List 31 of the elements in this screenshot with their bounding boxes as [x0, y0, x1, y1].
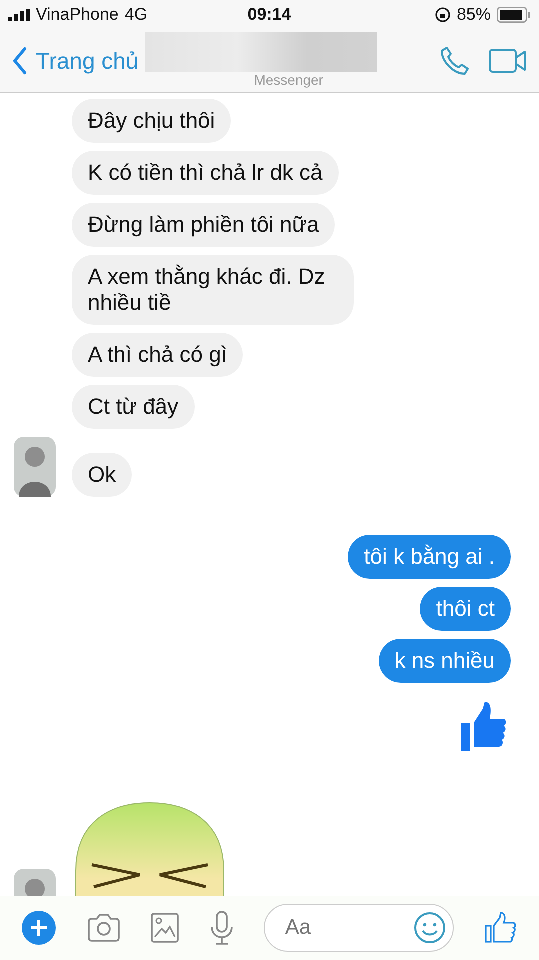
rotation-lock-icon — [434, 7, 451, 23]
message-bubble: K có tiền thì chả lr dk cả — [72, 151, 339, 195]
video-camera-icon[interactable] — [489, 48, 527, 74]
carrier-name: VinaPhone — [36, 5, 119, 25]
message-bubble: Đừng làm phiền tôi nữa — [72, 203, 336, 247]
message-bubble: Ok — [72, 453, 132, 497]
message-bubble: Đây chịu thôi — [72, 99, 232, 143]
conversation-subtitle: Messenger — [254, 72, 324, 90]
message-bubble: k ns nhiều — [378, 639, 511, 683]
chevron-left-icon — [12, 47, 28, 75]
message-bubble: thôi ct — [420, 587, 511, 631]
back-button[interactable]: Trang chủ — [12, 47, 139, 75]
battery-icon — [496, 7, 531, 23]
camera-icon[interactable] — [86, 914, 121, 942]
message-bubble: A xem thằng khác đi. Dz nhiều tiề — [72, 255, 354, 325]
avatar-icon — [14, 437, 56, 497]
message-bubble: tôi k bằng ai . — [348, 535, 511, 579]
thumbs-up-icon[interactable] — [484, 912, 517, 944]
message-bubble: Ct từ đây — [72, 385, 195, 429]
microphone-icon[interactable] — [210, 911, 234, 945]
plus-button[interactable] — [22, 911, 56, 945]
phone-icon[interactable] — [439, 45, 471, 77]
network-type: 4G — [124, 5, 148, 25]
image-icon[interactable] — [151, 913, 180, 943]
message-bubble: A thì chả có gì — [72, 333, 244, 377]
message-input-field[interactable]: Aa — [264, 904, 454, 952]
signal-icon — [8, 9, 30, 21]
clock-time: 09:14 — [248, 5, 292, 25]
battery-percent: 85% — [456, 5, 491, 25]
smiley-icon[interactable] — [414, 912, 446, 944]
thumbs-up-icon — [459, 701, 507, 753]
